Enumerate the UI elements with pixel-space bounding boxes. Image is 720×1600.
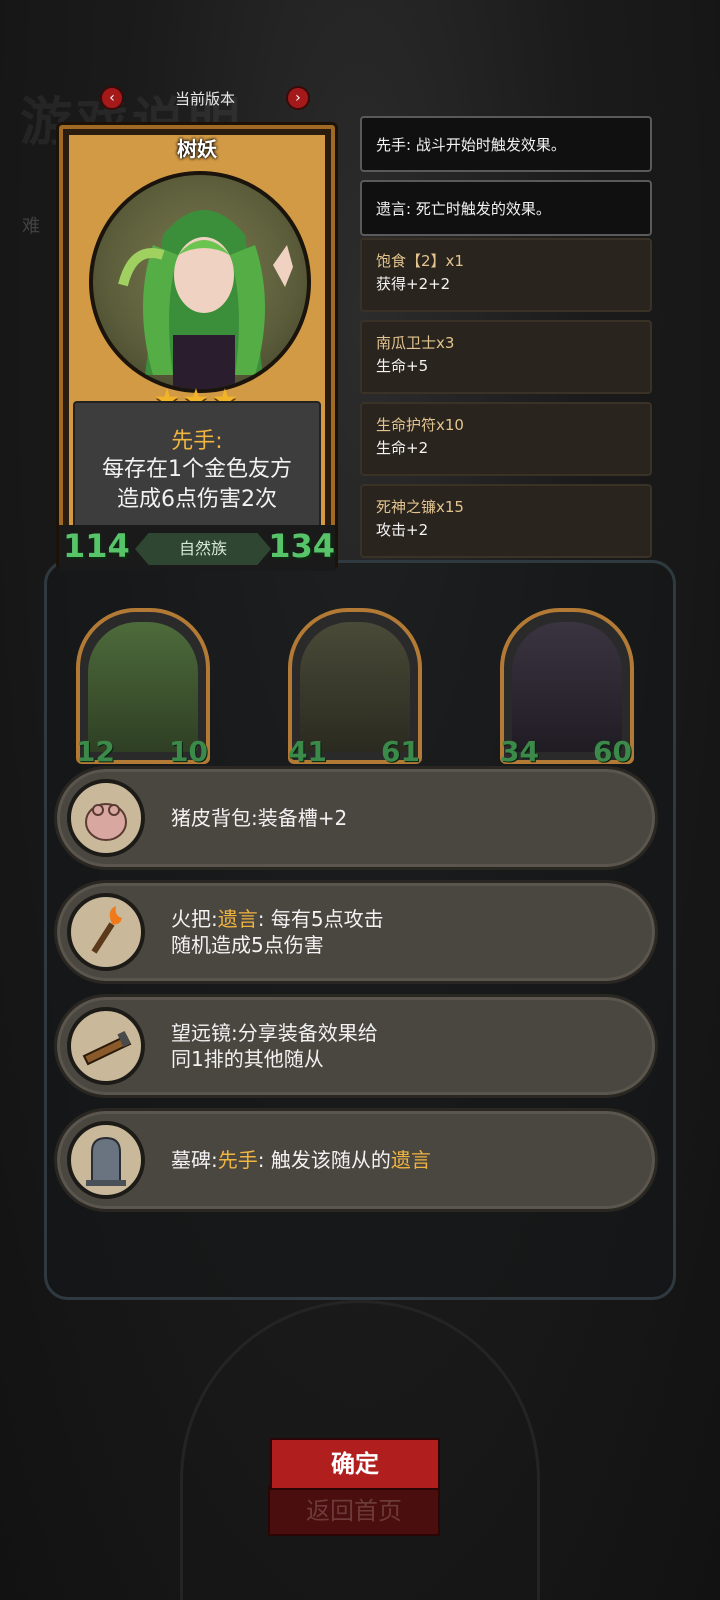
ability-line-2: 造成6点伤害2次 (117, 487, 277, 512)
equipment-desc-2: 随机造成5点伤害 (171, 933, 324, 957)
equipment-text: 火把:遗言: 每有5点攻击 随机造成5点伤害 (171, 883, 384, 981)
buff-list[interactable]: 饱食【2】x1 获得+2+2 南瓜卫士x3 生命+5 生命护符x10 生命+2 … (360, 238, 652, 570)
buff-effect: 攻击+2 (376, 521, 429, 539)
equipment-text: 墓碑:先手: 触发该随从的遗言 (171, 1111, 431, 1209)
equipment-name: 望远镜: (171, 1021, 238, 1045)
buff-name: 南瓜卫士x3 (376, 334, 455, 352)
minion-attack: 34 (500, 735, 539, 768)
hero-portrait (89, 171, 311, 393)
keyword-first-strike: 先手: 战斗开始时触发效果。 (360, 116, 652, 172)
equipment-text: 望远镜:分享装备效果给 同1排的其他随从 (171, 997, 378, 1095)
buff-name: 生命护符x10 (376, 416, 464, 434)
minion-slot-2[interactable]: 41 61 (288, 608, 422, 768)
telescope-icon (67, 1007, 145, 1085)
minion-portrait (88, 622, 198, 752)
background-subtitle: 难 (22, 216, 40, 237)
backpack-icon (67, 779, 145, 857)
equipment-item[interactable]: 猪皮背包:装备槽+2 (54, 766, 658, 870)
tombstone-icon (67, 1121, 145, 1199)
equipment-keyword: 遗言 (217, 907, 258, 931)
minion-health: 61 (381, 735, 420, 768)
buff-name: 饱食【2】x1 (376, 252, 464, 270)
equipment-desc-2: 同1排的其他随从 (171, 1047, 324, 1071)
buff-item: 生命护符x10 生命+2 (360, 402, 652, 476)
buff-item: 死神之镰x15 攻击+2 (360, 484, 652, 558)
hero-name: 树妖 (177, 137, 217, 161)
chevron-right-icon[interactable]: › (285, 86, 310, 110)
equipment-desc: : 每有5点攻击 (257, 907, 384, 931)
ability-line-1: 每存在1个金色友方 (102, 457, 292, 482)
equipment-desc: : 触发该随从的 (257, 1148, 391, 1172)
equipment-item[interactable]: 墓碑:先手: 触发该随从的遗言 (54, 1108, 658, 1212)
equipment-name: 火把: (171, 907, 218, 931)
minion-health: 60 (593, 735, 632, 768)
equipment-item[interactable]: 火把:遗言: 每有5点攻击 随机造成5点伤害 (54, 880, 658, 984)
keyword-list: 先手: 战斗开始时触发效果。 遗言: 死亡时触发的效果。 (360, 116, 652, 244)
equipment-item[interactable]: 望远镜:分享装备效果给 同1排的其他随从 (54, 994, 658, 1098)
return-home-button[interactable]: 返回首页 (268, 1486, 440, 1536)
minion-health: 10 (169, 735, 208, 768)
buff-name: 死神之镰x15 (376, 498, 464, 516)
keyword-deathrattle: 遗言: 死亡时触发的效果。 (360, 180, 652, 236)
hero-stats: 114 自然族 134 (59, 525, 335, 571)
version-label: 当前版本 (174, 89, 235, 108)
hero-card[interactable]: 树妖 ★★★ 先手: 每存在1个金色友方 造成6点伤害2次 114 自然族 13… (56, 122, 338, 571)
minion-attack: 12 (76, 735, 115, 768)
equipment-desc: 分享装备效果给 (237, 1021, 378, 1045)
equipment-keyword: 先手 (217, 1148, 258, 1172)
confirm-button[interactable]: 确定 (270, 1438, 440, 1490)
equipment-name: 猪皮背包: (171, 806, 258, 830)
buff-item: 饱食【2】x1 获得+2+2 (360, 238, 652, 312)
equipment-keyword-2: 遗言 (390, 1148, 431, 1172)
equipment-text: 猪皮背包:装备槽+2 (171, 769, 347, 867)
hero-health: 134 (268, 527, 335, 565)
hero-attack: 114 (63, 527, 130, 565)
minion-attack: 41 (288, 735, 327, 768)
minion-slot-3[interactable]: 34 60 (500, 608, 634, 768)
equipment-desc: 装备槽+2 (257, 806, 348, 830)
torch-icon (67, 893, 145, 971)
chevron-left-icon[interactable]: ‹ (100, 86, 124, 110)
tribe-tag: 自然族 (135, 533, 271, 565)
buff-effect: 获得+2+2 (376, 275, 451, 293)
buff-effect: 生命+5 (376, 357, 429, 375)
hero-ability: 先手: 每存在1个金色友方 造成6点伤害2次 (73, 401, 321, 529)
buff-effect: 生命+2 (376, 439, 429, 457)
minion-portrait (512, 622, 622, 752)
equipment-name: 墓碑: (171, 1148, 218, 1172)
minion-portrait (300, 622, 410, 752)
ability-keyword: 先手: (171, 429, 223, 454)
version-selector: ‹ 当前版本 › (100, 84, 310, 112)
buff-item: 南瓜卫士x3 生命+5 (360, 320, 652, 394)
minion-slot-1[interactable]: 12 10 (76, 608, 210, 768)
